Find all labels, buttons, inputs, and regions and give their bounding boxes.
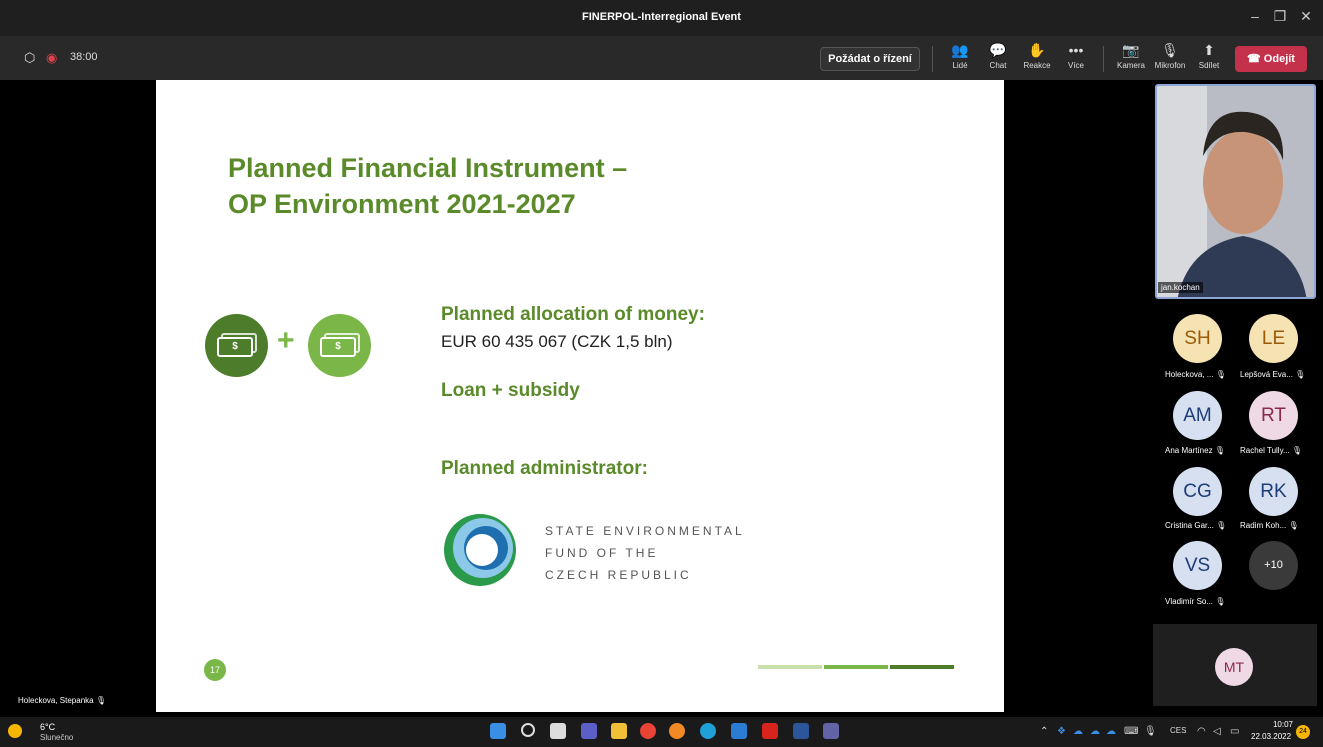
edge-icon[interactable] — [700, 723, 716, 739]
chat-icon: 💬 — [989, 42, 1007, 58]
mic-off-icon: 🎙 — [1295, 370, 1306, 379]
file-explorer-icon[interactable] — [611, 723, 627, 739]
people-button[interactable]: 👥 Lidé — [940, 42, 980, 70]
chat-button[interactable]: 💬 Chat — [978, 42, 1018, 70]
participant-name: Cristina Gar... 🎙 — [1165, 521, 1227, 530]
avatar[interactable]: SH — [1173, 314, 1222, 363]
mic-off-icon: 🎙 — [1291, 446, 1303, 455]
clock-time[interactable]: 10:07 — [1255, 720, 1293, 729]
more-icon: ••• — [1068, 42, 1084, 58]
avatar[interactable]: VS — [1173, 541, 1222, 590]
toolbar-divider — [932, 46, 933, 72]
sef-name: STATE ENVIRONMENTAL FUND OF THE CZECH RE… — [545, 524, 745, 582]
mic-off-icon: 🎙 — [95, 696, 106, 705]
participant-name: Vladimír So... 🎙 — [1165, 597, 1226, 606]
recording-icon: ◉ — [46, 50, 58, 65]
speaker-name: jan.kochan — [1158, 282, 1203, 293]
taskview-icon[interactable] — [550, 723, 566, 739]
word-icon[interactable] — [793, 723, 809, 739]
mic-off-icon: 🎙 — [1215, 597, 1226, 606]
mic-button[interactable]: 🎙 Mikrofon — [1150, 42, 1190, 70]
people-icon: 👥 — [951, 42, 969, 58]
meeting-toolbar: ⬡ ◉ 38:00 Požádat o řízení 👥 Lidé 💬 Chat ✋… — [0, 36, 1323, 80]
onedrive-icon[interactable]: ☁ — [1073, 726, 1083, 737]
reactions-button[interactable]: ✋ Reakce — [1017, 42, 1057, 70]
window-title: FINERPOL-Interregional Event — [582, 11, 741, 23]
loan-subsidy-text: Loan + subsidy — [441, 380, 580, 401]
camera-button[interactable]: 📷 Kamera — [1111, 42, 1151, 70]
weather-temp: 6°C — [40, 722, 56, 732]
more-participants-button[interactable]: +10 — [1249, 541, 1298, 590]
share-icon: ⬆ — [1203, 42, 1215, 58]
participant-name: Ana Martínez 🎙 — [1165, 446, 1225, 455]
money-icon: $ — [308, 314, 371, 377]
windows-taskbar: 6°C Slunečno ⌃ ❖ ☁ ☁ ☁ ⌨ 🎙 CES ◠ ◁ ▭ 10:… — [0, 717, 1323, 747]
battery-icon[interactable]: ▭ — [1230, 726, 1239, 737]
allocation-value: EUR 60 435 067 (CZK 1,5 bln) — [441, 332, 673, 351]
start-icon[interactable] — [490, 723, 506, 739]
keyboard-icon[interactable]: ⌨ — [1124, 726, 1138, 737]
slide-page-number: 17 — [204, 659, 226, 681]
plus-sign: + — [277, 324, 295, 357]
onedrive-icon[interactable]: ☁ — [1106, 726, 1116, 737]
speaker-portrait — [1157, 86, 1314, 297]
chat-app-icon[interactable] — [581, 723, 597, 739]
avatar[interactable]: AM — [1173, 391, 1222, 440]
avatar[interactable]: RT — [1249, 391, 1298, 440]
participant-name: Radim Koh... 🎙 — [1240, 521, 1299, 530]
avatar[interactable]: CG — [1173, 467, 1222, 516]
allocation-heading: Planned allocation of money: — [441, 304, 705, 325]
window-titlebar: FINERPOL-Interregional Event – ❐ ✕ — [0, 0, 1323, 36]
reactions-icon: ✋ — [1028, 42, 1046, 58]
weather-icon[interactable] — [8, 724, 22, 738]
phone-icon: ☎ — [1247, 53, 1264, 65]
share-button[interactable]: ⬆ Sdílet — [1189, 42, 1229, 70]
speaker-video[interactable] — [1155, 84, 1316, 299]
mic-off-icon: 🎙 — [1216, 521, 1227, 530]
restore-icon[interactable]: ❐ — [1270, 8, 1290, 25]
outlook-icon[interactable] — [731, 723, 747, 739]
clock-date[interactable]: 22.03.2022 — [1251, 732, 1291, 741]
tray-chevron-icon[interactable]: ⌃ — [1040, 726, 1048, 737]
mic-off-icon: 🎙 — [1161, 42, 1179, 58]
money-icon: $ — [205, 314, 268, 377]
camera-off-icon: 📷 — [1122, 42, 1140, 58]
shield-icon: ⬡ — [24, 50, 36, 65]
teams-icon[interactable] — [823, 723, 839, 739]
language-indicator[interactable]: CES — [1170, 726, 1186, 735]
wifi-icon[interactable]: ◠ — [1197, 726, 1206, 737]
firefox-icon[interactable] — [669, 723, 685, 739]
mic-off-icon: 🎙 — [1288, 521, 1299, 530]
administrator-heading: Planned administrator: — [441, 458, 648, 479]
more-button[interactable]: ••• Více — [1056, 42, 1096, 70]
onedrive-icon[interactable]: ☁ — [1090, 726, 1100, 737]
participant-name: Rachel Tully... 🎙 — [1240, 446, 1303, 455]
minimize-icon[interactable]: – — [1245, 8, 1265, 24]
mic-off-icon: 🎙 — [1214, 446, 1225, 455]
presenter-label: Holeckova, Stepanka 🎙 — [18, 696, 106, 705]
slide-title: Planned Financial Instrument – OP Enviro… — [228, 153, 628, 219]
mic-off-icon[interactable]: 🎙 — [1144, 726, 1157, 737]
acrobat-icon[interactable] — [762, 723, 778, 739]
close-icon[interactable]: ✕ — [1296, 8, 1316, 25]
sef-logo-icon — [444, 514, 516, 586]
participant-name: Lepšová Eva... 🎙 — [1240, 370, 1306, 379]
notification-badge[interactable]: 24 — [1296, 725, 1310, 739]
presentation-slide: Planned Financial Instrument – OP Enviro… — [156, 80, 1004, 712]
search-icon[interactable] — [521, 723, 535, 737]
volume-icon[interactable]: ◁ — [1213, 726, 1221, 737]
mic-off-icon: 🎙 — [1215, 370, 1226, 379]
avatar[interactable]: MT — [1215, 648, 1253, 686]
dropbox-icon[interactable]: ❖ — [1057, 726, 1066, 737]
request-control-button[interactable]: Požádat o řízení — [820, 47, 920, 71]
meeting-timer: 38:00 — [70, 51, 98, 63]
weather-desc: Slunečno — [40, 733, 74, 742]
avatar[interactable]: RK — [1249, 467, 1298, 516]
avatar[interactable]: LE — [1249, 314, 1298, 363]
leave-button[interactable]: ☎ Odejít — [1235, 46, 1307, 72]
chrome-icon[interactable] — [640, 723, 656, 739]
toolbar-divider — [1103, 46, 1104, 72]
participant-name: Holeckova, ... 🎙 — [1165, 370, 1226, 379]
